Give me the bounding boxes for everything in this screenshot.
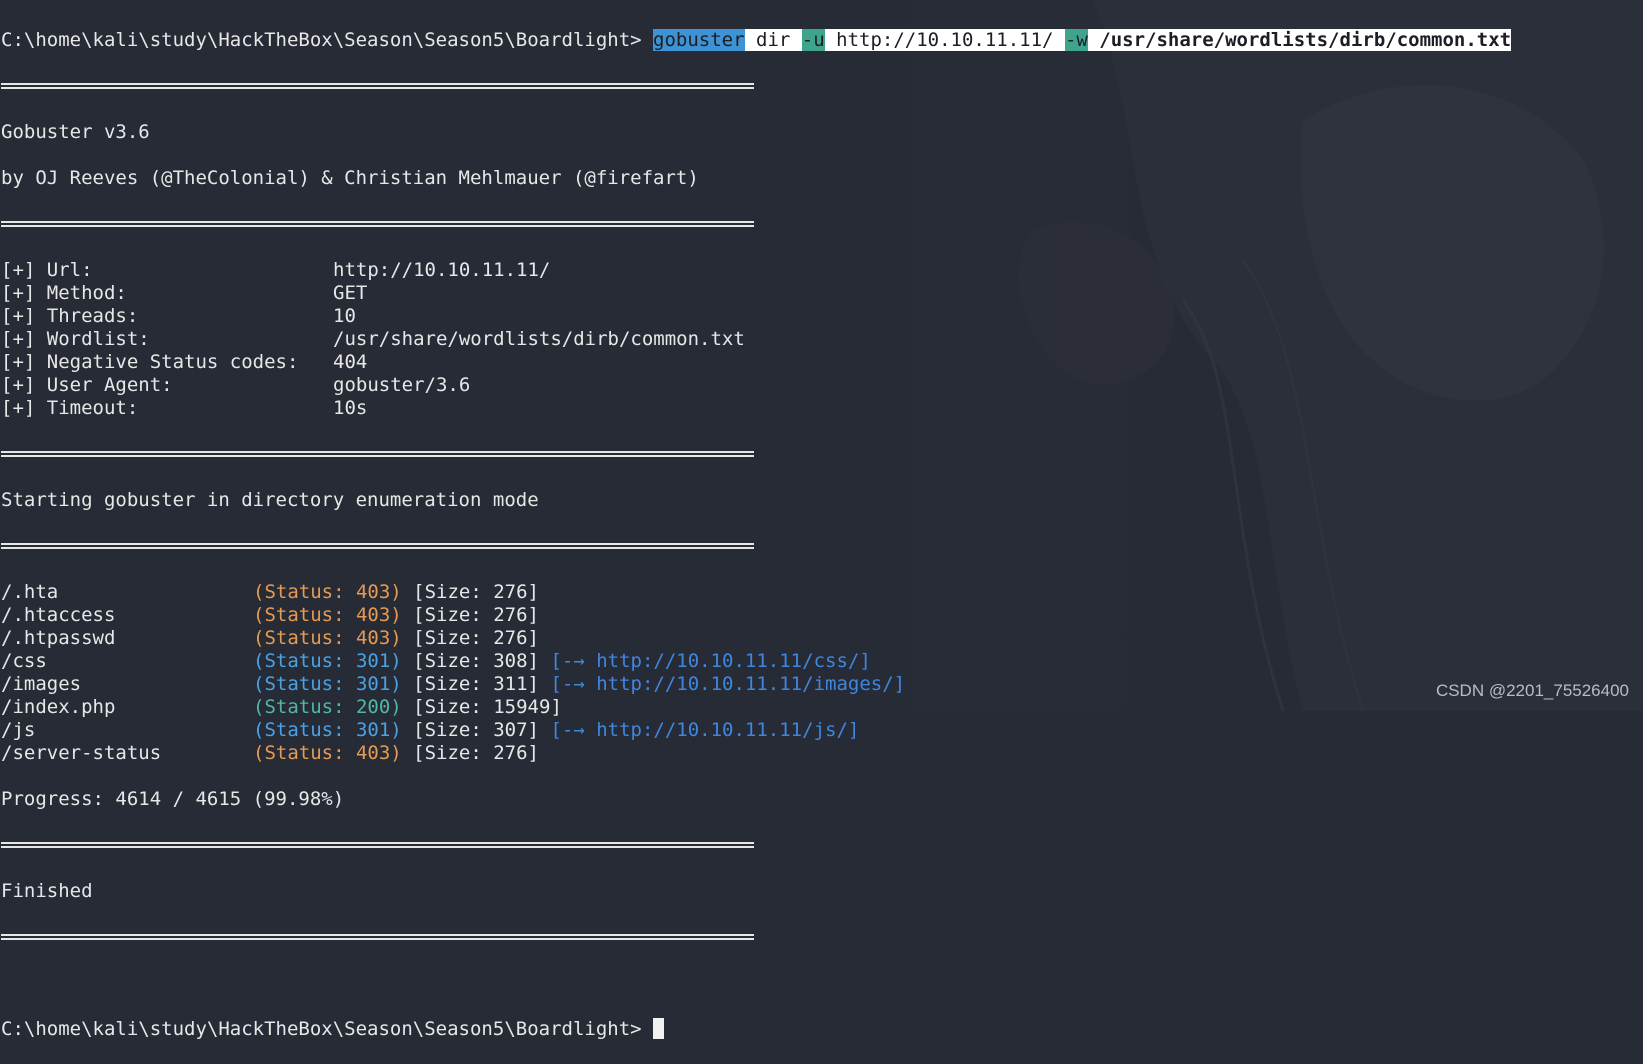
config-value: 404 (333, 351, 368, 373)
config-line: [+] Threads: 10 (1, 305, 1511, 328)
result-size: [Size: 276] (413, 627, 540, 649)
config-key: [+] Wordlist: (1, 328, 150, 350)
command-url: http://10.10.11.11/ (836, 29, 1054, 51)
result-path: /.hta (1, 581, 59, 603)
banner-version: Gobuster v3.6 (1, 121, 150, 143)
command-flag-u: -u (801, 29, 825, 51)
config-line: [+] Wordlist: /usr/share/wordlists/dirb/c… (1, 328, 1511, 351)
watermark: CSDN @2201_75526400 (1435, 681, 1629, 700)
result-redirect: [-→ http://10.10.11.11/css/] (550, 650, 871, 672)
config-line: [+] Url: http://10.10.11.11/ (1, 259, 1511, 282)
result-size: [Size: 276] (413, 581, 540, 603)
result-status: (Status: 403) (253, 581, 402, 603)
result-path: /js (1, 719, 36, 741)
config-line: [+] User Agent: gobuster/3.6 (1, 374, 1511, 397)
result-path: /images (1, 673, 82, 695)
separator (1, 213, 1511, 236)
terminal-output[interactable]: C:\home\kali\study\HackTheBox\Season\Sea… (1, 6, 1512, 1064)
command-flag-w: -w (1064, 29, 1088, 51)
command-wordlist: /usr/share/wordlists/dirb/common.txt (1099, 29, 1512, 51)
banner-authors: by OJ Reeves (@TheColonial) & Christian … (1, 167, 699, 189)
config-value: /usr/share/wordlists/dirb/common.txt (333, 328, 745, 350)
separator (1, 75, 1511, 98)
result-size: [Size: 311] (413, 673, 540, 695)
separator (1, 926, 1511, 949)
result-path: /css (1, 650, 47, 672)
result-row: /images (Status: 301) [Size: 311] [-→ htt… (1, 673, 1511, 696)
mode-message: Starting gobuster in directory enumerati… (1, 489, 539, 511)
result-status: (Status: 403) (253, 604, 402, 626)
config-value: gobuster/3.6 (333, 374, 471, 396)
result-status: (Status: 200) (253, 696, 402, 718)
command-line: C:\home\kali\study\HackTheBox\Season\Sea… (1, 29, 1512, 52)
text-cursor (653, 1018, 665, 1039)
result-row: /js (Status: 301) [Size: 307] [-→ http://… (1, 719, 1511, 742)
separator (1, 443, 1511, 466)
result-status: (Status: 301) (253, 673, 402, 695)
result-status: (Status: 403) (253, 627, 402, 649)
separator (1, 834, 1511, 857)
config-key: [+] User Agent: (1, 374, 173, 396)
config-line: [+] Negative Status codes: 404 (1, 351, 1511, 374)
result-row: /.htaccess (Status: 403) [Size: 276] (1, 604, 1511, 627)
result-row: /.htpasswd (Status: 403) [Size: 276] (1, 627, 1511, 650)
command-program: gobuster (653, 29, 745, 51)
finished-message: Finished (1, 880, 93, 902)
result-status: (Status: 301) (253, 650, 402, 672)
result-path: /.htpasswd (1, 627, 116, 649)
result-size: [Size: 276] (413, 604, 540, 626)
config-list: [+] Url: http://10.10.11.11/ [+] Method: GE… (1, 259, 1511, 420)
result-row: /index.php (Status: 200) [Size: 15949] (1, 696, 1511, 719)
result-size: [Size: 307] (413, 719, 540, 741)
result-row: /.hta (Status: 403) [Size: 276] (1, 581, 1511, 604)
config-key: [+] Timeout: (1, 397, 139, 419)
results-list: /.hta (Status: 403) [Size: 276]/.htaccess… (1, 581, 1511, 765)
result-row: /server-status (Status: 403) [Size: 276] (1, 742, 1511, 765)
result-size: [Size: 308] (413, 650, 540, 672)
config-value: 10 (333, 305, 356, 327)
result-size: [Size: 276] (413, 742, 540, 764)
config-line: [+] Method: GET (1, 282, 1511, 305)
separator (1, 535, 1511, 558)
result-status: (Status: 403) (253, 742, 402, 764)
config-key: [+] Url: (1, 259, 93, 281)
result-path: /.htaccess (1, 604, 116, 626)
config-line: [+] Timeout: 10s (1, 397, 1511, 420)
result-path: /index.php (1, 696, 116, 718)
command-subcommand: dir (756, 29, 791, 51)
progress-line: Progress: 4614 / 4615 (99.98%) (1, 788, 345, 810)
result-row: /css (Status: 301) [Size: 308] [-→ http:/… (1, 650, 1511, 673)
shell-prompt: C:\home\kali\study\HackTheBox\Season\Sea… (1, 1018, 642, 1040)
config-key: [+] Negative Status codes: (1, 351, 299, 373)
result-path: /server-status (1, 742, 162, 764)
config-value: 10s (333, 397, 368, 419)
result-size: [Size: 15949] (413, 696, 562, 718)
final-prompt-line[interactable]: C:\home\kali\study\HackTheBox\Season\Sea… (1, 1018, 1511, 1041)
shell-prompt: C:\home\kali\study\HackTheBox\Season\Sea… (1, 29, 642, 51)
config-value: GET (333, 282, 368, 304)
result-redirect: [-→ http://10.10.11.11/images/] (550, 673, 906, 695)
config-key: [+] Threads: (1, 305, 139, 327)
result-status: (Status: 301) (253, 719, 402, 741)
config-value: http://10.10.11.11/ (333, 259, 551, 281)
result-redirect: [-→ http://10.10.11.11/js/] (550, 719, 860, 741)
config-key: [+] Method: (1, 282, 127, 304)
